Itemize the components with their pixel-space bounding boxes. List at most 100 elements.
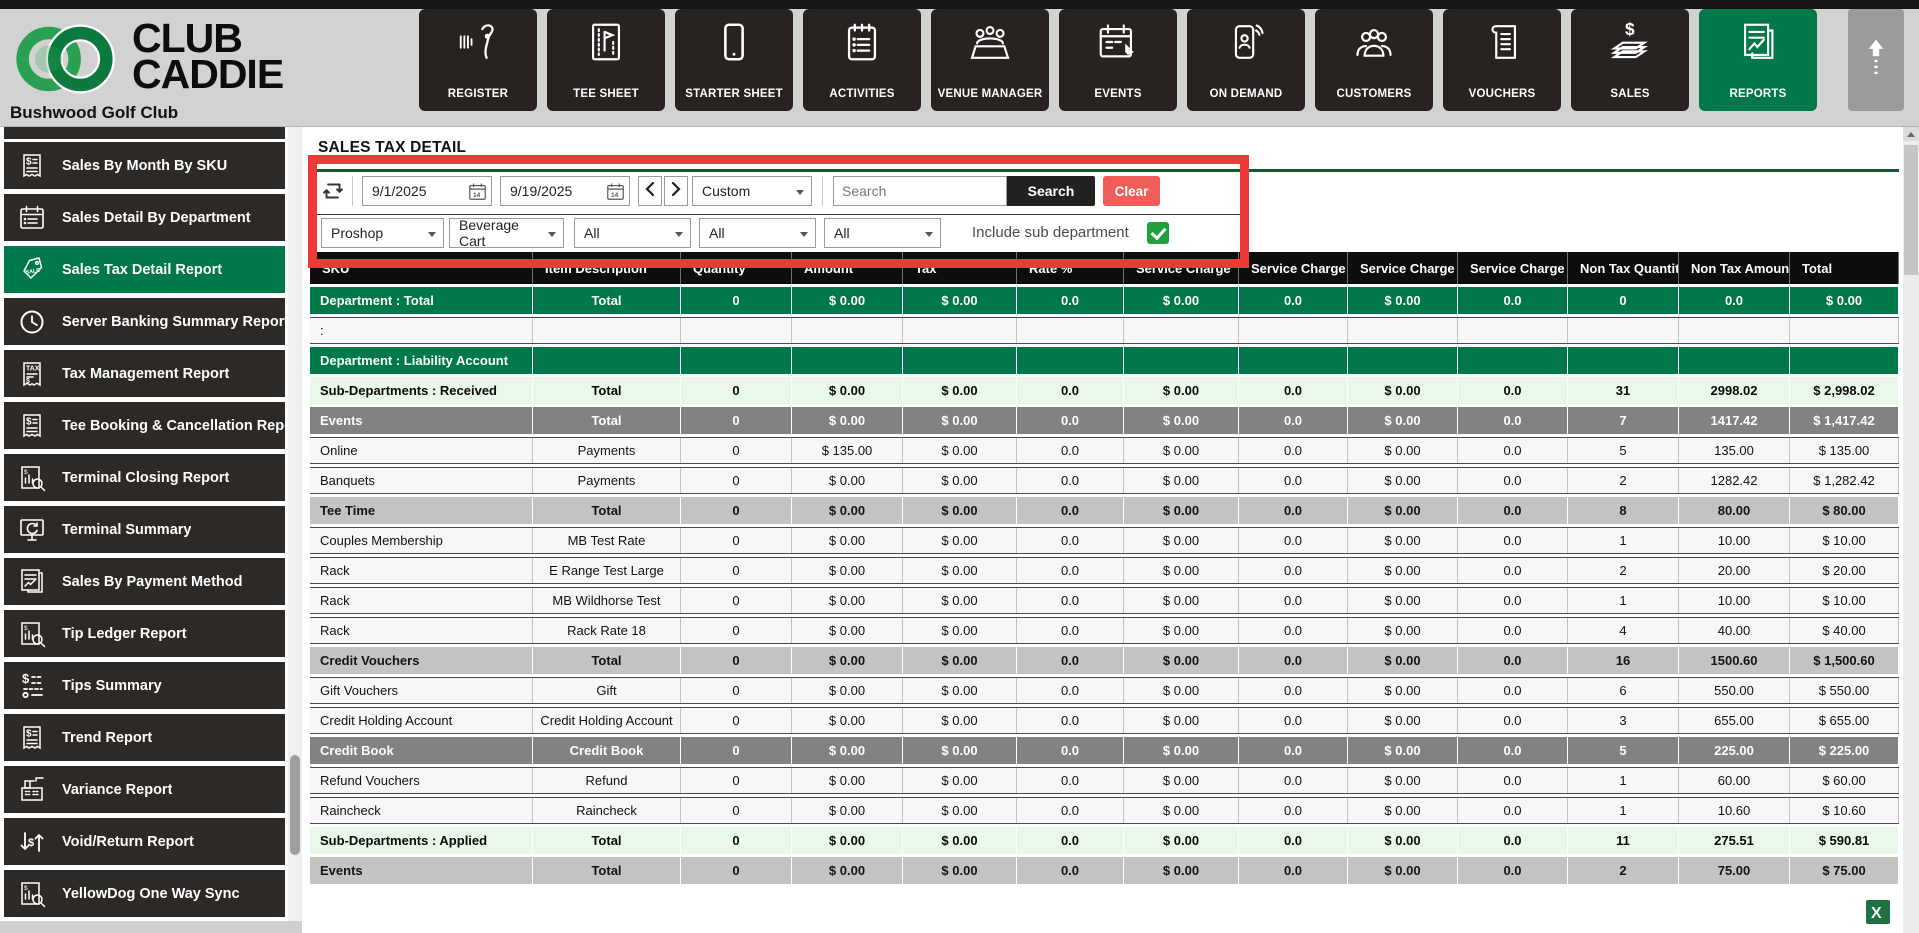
row-cell [1124, 347, 1239, 374]
include-sub-department-label: Include sub department [972, 224, 1129, 241]
nav-starter-sheet[interactable]: STARTER SHEET [675, 9, 793, 111]
receipt-dollar-icon [16, 410, 48, 442]
row-cell: 0.0 [1239, 287, 1348, 314]
nav-reports[interactable]: REPORTS [1699, 9, 1817, 111]
table-row: Sub-Departments : Applied Total 0 $ 0.00 $ 0… [310, 827, 1899, 854]
sidebar-item-sales-tax-detail-report[interactable]: Sales Tax Detail Report [4, 246, 285, 293]
sidebar-item-tee-booking-cancellation-report[interactable]: Tee Booking & Cancellation Report [4, 402, 285, 449]
banquet-people-icon [931, 19, 1049, 65]
sidebar-item-variance-report[interactable]: Variance Report [4, 766, 285, 813]
sidebar-item-void-return-report[interactable]: Void/Return Report [4, 818, 285, 865]
main-scrollbar-thumb[interactable] [1904, 145, 1918, 275]
row-cell: 0.0 [1458, 827, 1568, 854]
calendar-icon[interactable] [606, 182, 625, 201]
nav-events[interactable]: EVENTS [1059, 9, 1177, 111]
nav-vouchers[interactable]: VOUCHERS [1443, 9, 1561, 111]
row-cell: 0 [681, 827, 792, 854]
filter5-select[interactable]: All [824, 218, 941, 248]
nav-venue-manager[interactable]: VENUE MANAGER [931, 9, 1049, 111]
sidebar-item-terminal-closing-report[interactable]: Terminal Closing Report [4, 454, 285, 501]
nav-activities[interactable]: ACTIVITIES [803, 9, 921, 111]
nav-scroll-up-button[interactable] [1848, 9, 1904, 111]
sidebar-item-tip-ledger-report[interactable]: Tip Ledger Report [4, 610, 285, 657]
row-cell: 135.00 [1679, 438, 1790, 463]
sub-department-select[interactable]: Beverage Cart [449, 217, 564, 249]
nav-register[interactable]: REGISTER [419, 9, 537, 111]
search-button[interactable]: Search [1007, 176, 1095, 206]
bottom-strip [0, 921, 302, 933]
row-cell: 1500.60 [1679, 647, 1790, 674]
sidebar-item-sales-detail-by-department[interactable]: Sales Detail By Department [4, 194, 285, 241]
sidebar-item-label: Terminal Summary [62, 521, 192, 538]
calendar-pencil-icon [1059, 19, 1177, 65]
table-row: Events Total 0 $ 0.00 $ 0.00 0.0 $ 0.00 0.0 $ 0.… [310, 407, 1899, 434]
row-cell: Refund [533, 768, 681, 793]
row-cell: $ 0.00 [792, 768, 903, 793]
row-cell: 4 [1568, 618, 1679, 643]
row-sku-cell: Rack [310, 618, 533, 643]
search-input[interactable] [833, 176, 1007, 206]
row-cell: $ 2,998.02 [1790, 377, 1899, 404]
row-cell: 0.0 [1458, 618, 1568, 643]
sidebar-item-partial[interactable] [4, 127, 285, 139]
sidebar-scrollbar-thumb[interactable] [290, 755, 300, 855]
filter4-select[interactable]: All [699, 218, 816, 248]
sidebar-item-sales-by-payment-method[interactable]: Sales By Payment Method [4, 558, 285, 605]
nav-on-demand[interactable]: ON DEMAND [1187, 9, 1305, 111]
row-cell: 0.0 [1458, 708, 1568, 733]
date-to-field[interactable] [500, 176, 630, 206]
monitor-refresh-icon [16, 514, 48, 546]
row-cell: $ 0.00 [903, 377, 1017, 404]
cash-stack-icon [1571, 19, 1689, 65]
nav-customers[interactable]: CUSTOMERS [1315, 9, 1433, 111]
row-cell: $ 60.00 [1790, 768, 1899, 793]
sidebar-item-server-banking-summary-report[interactable]: Server Banking Summary Report [4, 298, 285, 345]
column-header-service-charge-t: Service Charge T [1348, 252, 1458, 284]
sidebar-item-tips-summary[interactable]: Tips Summary [4, 662, 285, 709]
prev-period-button[interactable] [638, 176, 662, 206]
sidebar-item-sales-by-month-by-sku[interactable]: Sales By Month By SKU [4, 142, 285, 189]
include-sub-department-checkbox[interactable] [1147, 222, 1169, 244]
row-cell: Total [533, 407, 681, 434]
row-cell: 0.0 [1017, 857, 1124, 884]
row-cell: $ 0.00 [792, 618, 903, 643]
next-period-button[interactable] [664, 176, 688, 206]
sidebar-item-terminal-summary[interactable]: Terminal Summary [4, 506, 285, 553]
sidebar-item-tax-management-report[interactable]: Tax Management Report [4, 350, 285, 397]
page-title: SALES TAX DETAIL [318, 139, 467, 156]
row-cell: Total [533, 857, 681, 884]
row-cell: 0.0 [1239, 827, 1348, 854]
row-cell: Total [533, 647, 681, 674]
date-range-select[interactable]: Custom [692, 176, 812, 206]
row-cell: $ 0.00 [903, 708, 1017, 733]
row-cell: 1 [1568, 528, 1679, 553]
row-cell: $ 0.00 [1790, 287, 1899, 314]
nav-tee-sheet[interactable]: TEE SHEET [547, 9, 665, 111]
column-header-non-tax-quantity: Non Tax Quantity [1568, 252, 1679, 284]
row-cell: $ 0.00 [903, 678, 1017, 703]
column-header-service-charge: Service Charge % [1239, 252, 1348, 284]
row-cell: 0.0 [1017, 588, 1124, 613]
excel-export-icon[interactable] [1865, 899, 1891, 925]
main-scrollbar[interactable] [1903, 127, 1919, 933]
row-cell: 0.0 [1017, 287, 1124, 314]
row-cell: 0 [681, 768, 792, 793]
table-header-row: SKU Item Description Quantity Amount Tax Rate… [310, 252, 1899, 284]
row-cell: 655.00 [1679, 708, 1790, 733]
row-cell: 0.0 [1458, 768, 1568, 793]
sidebar-item-yellowdog-one-way-sync[interactable]: YellowDog One Way Sync [4, 870, 285, 917]
row-cell: $ 0.00 [1348, 678, 1458, 703]
refresh-repeat-button[interactable] [320, 178, 346, 204]
calendar-icon[interactable] [468, 182, 487, 201]
row-cell: 0.0 [1458, 438, 1568, 463]
sidebar-scrollbar[interactable] [288, 127, 302, 921]
clear-button[interactable]: Clear [1103, 176, 1160, 206]
row-cell: 1 [1568, 768, 1679, 793]
nav-label: STARTER SHEET [685, 88, 783, 100]
sidebar-item-trend-report[interactable]: Trend Report [4, 714, 285, 761]
nav-sales[interactable]: SALES [1571, 9, 1689, 111]
filter3-select[interactable]: All [574, 218, 691, 248]
date-from-field[interactable] [362, 176, 492, 206]
scroll-up-arrow-icon[interactable] [1903, 127, 1919, 141]
department-select[interactable]: Proshop [321, 218, 444, 248]
